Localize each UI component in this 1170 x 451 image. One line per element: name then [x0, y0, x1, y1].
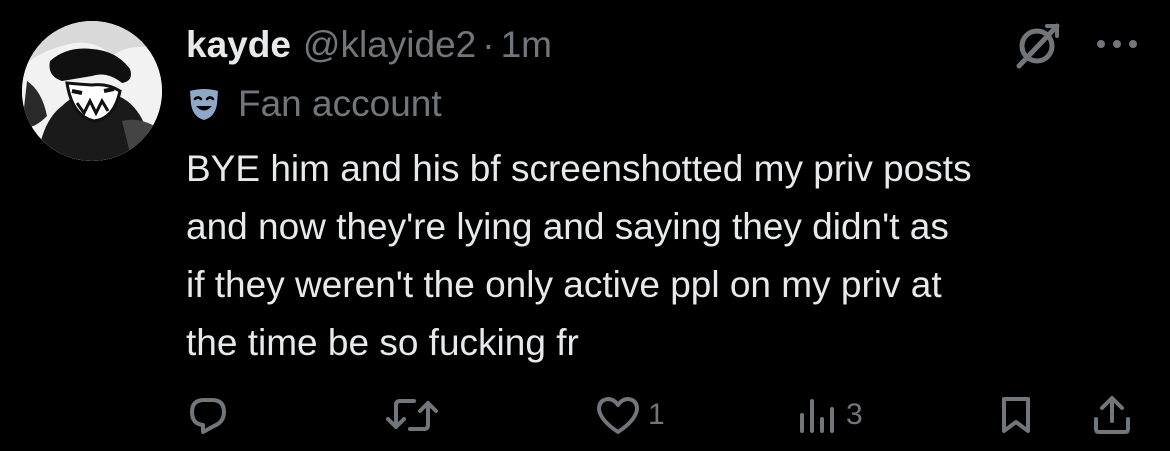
heart-icon [597, 397, 639, 434]
tweet-text-line: if they weren't the only active ppl on m… [186, 264, 942, 305]
reply-icon [190, 398, 226, 434]
like-count: 1 [648, 398, 665, 431]
theater-mask-icon [186, 86, 222, 122]
separator-dot: · [482, 24, 495, 65]
timestamp[interactable]: 1m [501, 24, 552, 66]
tweet-text-line: and now they're lying and saying they di… [186, 206, 949, 247]
avatar-image [22, 21, 162, 161]
views-button[interactable]: 3 [796, 388, 863, 442]
user-handle[interactable]: @klayide2 [303, 24, 476, 66]
account-label: Fan account [186, 81, 442, 127]
account-label-text: Fan account [238, 83, 442, 124]
avatar[interactable] [22, 21, 162, 161]
share-icon [1094, 396, 1130, 434]
more-icon[interactable] [1094, 34, 1140, 54]
retweet-icon [386, 399, 438, 431]
share-button[interactable] [1090, 388, 1134, 442]
bookmark-icon [1002, 397, 1030, 433]
tweet-text-line: BYE him and his bf screenshotted my priv… [186, 148, 972, 189]
action-bar: 1 3 [0, 388, 1170, 442]
display-name[interactable]: kayde [186, 24, 291, 66]
tweet-text-line: the time be so fucking fr [186, 322, 579, 363]
like-button[interactable]: 1 [594, 388, 665, 442]
grok-icon[interactable] [1013, 20, 1063, 70]
tweet-text: BYE him and his bf screenshotted my priv… [186, 140, 1156, 372]
retweet-button[interactable] [384, 388, 446, 442]
views-icon [800, 399, 834, 433]
bookmark-button[interactable] [996, 388, 1036, 442]
reply-button[interactable] [186, 388, 236, 442]
tweet[interactable]: kayde @klayide2 · 1m Fan account BYE him… [0, 0, 1170, 451]
view-count: 3 [846, 398, 863, 431]
tweet-header: kayde @klayide2 · 1m [186, 21, 552, 69]
